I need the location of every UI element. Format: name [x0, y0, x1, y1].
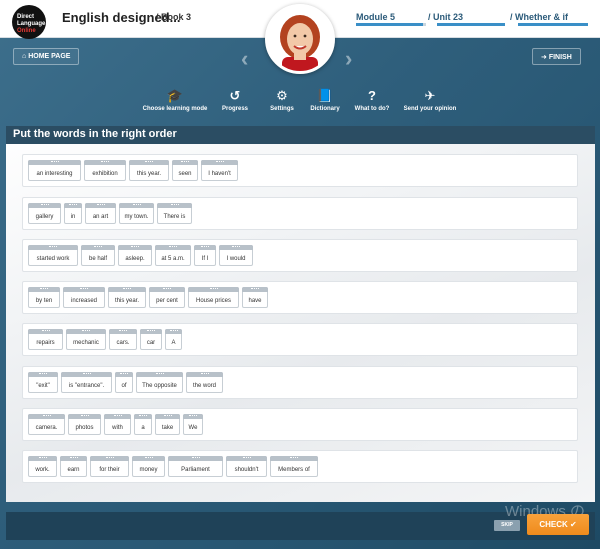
word-tile[interactable]: my town. [119, 203, 154, 224]
word-tile[interactable]: be half [81, 245, 115, 266]
breadcrumb-lesson[interactable]: / Whether & if [510, 12, 568, 22]
word-tile[interactable]: A [165, 329, 182, 350]
word-tile[interactable]: money [132, 456, 165, 477]
word-tile[interactable]: at 5 a.m. [155, 245, 191, 266]
sentence-row: camera. photos with a take We [22, 408, 578, 441]
word-tile[interactable]: a [134, 414, 152, 435]
breadcrumb-module[interactable]: Module 5 [356, 12, 395, 22]
word-tile[interactable]: the word [186, 372, 223, 393]
direct-language-logo[interactable]: Direct Language Online [12, 5, 46, 39]
word-tile[interactable]: "exit" [28, 372, 58, 393]
word-tile[interactable]: asleep. [118, 245, 152, 266]
teacher-portrait-icon [268, 7, 332, 71]
word-tile[interactable]: I haven't [201, 160, 238, 181]
word-tile[interactable]: work. [28, 456, 57, 477]
word-tile[interactable]: cars. [109, 329, 137, 350]
sentence-row: repairs mechanic cars. car A [22, 323, 578, 356]
word-tile[interactable]: I would [219, 245, 253, 266]
word-tile[interactable]: this year. [108, 287, 146, 308]
word-tile[interactable]: We [183, 414, 203, 435]
word-tile[interactable]: an art [85, 203, 116, 224]
word-tile[interactable]: an interesting [28, 160, 81, 181]
word-tile[interactable]: with [104, 414, 131, 435]
send-opinion-button[interactable]: ✈ Send your opinion [395, 88, 465, 112]
word-tile[interactable]: repairs [28, 329, 63, 350]
word-tile[interactable]: for their [90, 456, 129, 477]
word-tile[interactable]: earn [60, 456, 87, 477]
word-tile[interactable]: started work [28, 245, 78, 266]
skip-button[interactable]: SKIP [494, 520, 520, 531]
word-tile[interactable]: There is [157, 203, 192, 224]
word-tile[interactable]: camera. [28, 414, 65, 435]
sentence-row: work. earn for their money Parliament shouldn… [22, 450, 578, 483]
word-tile[interactable]: is "entrance". [61, 372, 112, 393]
check-button[interactable]: CHECK ✔ [527, 514, 589, 535]
word-tile[interactable]: seen [172, 160, 198, 181]
exercise-title: Put the words in the right order [6, 126, 595, 144]
sentence-row: started work be half asleep. at 5 a.m. If II… [22, 239, 578, 272]
sentence-row: gallery in an art my town. There is [22, 197, 578, 230]
word-tile[interactable]: of [115, 372, 133, 393]
word-tile[interactable]: car [140, 329, 162, 350]
word-tile[interactable]: have [242, 287, 268, 308]
word-tile[interactable]: increased [63, 287, 105, 308]
previous-arrow-icon[interactable]: ‹ [241, 46, 248, 72]
word-tile[interactable]: shouldn't [226, 456, 267, 477]
word-tile[interactable]: this year. [129, 160, 169, 181]
sentence-row: by ten increased this year. per cent House p… [22, 281, 578, 314]
word-tile[interactable]: The opposite [136, 372, 183, 393]
teacher-avatar [265, 4, 335, 74]
word-tile[interactable]: gallery [28, 203, 61, 224]
word-tile[interactable]: If I [194, 245, 216, 266]
word-tile[interactable]: per cent [149, 287, 185, 308]
lesson-progress-bar [518, 23, 588, 26]
sentence-row: an interesting exhibition this year. seen I … [22, 154, 578, 187]
next-arrow-icon[interactable]: › [345, 46, 352, 72]
paper-plane-icon: ✈ [424, 88, 436, 103]
breadcrumb-unit[interactable]: / Unit 23 [428, 12, 463, 22]
word-tile[interactable]: Members of [270, 456, 318, 477]
home-page-button[interactable]: ⌂ HOME PAGE [13, 48, 80, 65]
word-tile[interactable]: House prices [188, 287, 239, 308]
sentence-row: "exit" is "entrance". of The opposite the wo… [22, 366, 578, 399]
word-tile[interactable]: by ten [28, 287, 60, 308]
finish-button[interactable]: ➜ FINISH [532, 48, 581, 65]
word-tile[interactable]: exhibition [84, 160, 126, 181]
word-tile[interactable]: take [155, 414, 180, 435]
module-progress-bar [356, 23, 426, 26]
word-tile[interactable]: Parliament [168, 456, 223, 477]
arrow-circle-icon: ➜ [541, 54, 549, 61]
word-tile[interactable]: in [64, 203, 82, 224]
book-label: / Book 3 [156, 12, 192, 22]
word-tile[interactable]: photos [68, 414, 101, 435]
word-tile[interactable]: mechanic [66, 329, 106, 350]
unit-progress-bar [437, 23, 505, 26]
